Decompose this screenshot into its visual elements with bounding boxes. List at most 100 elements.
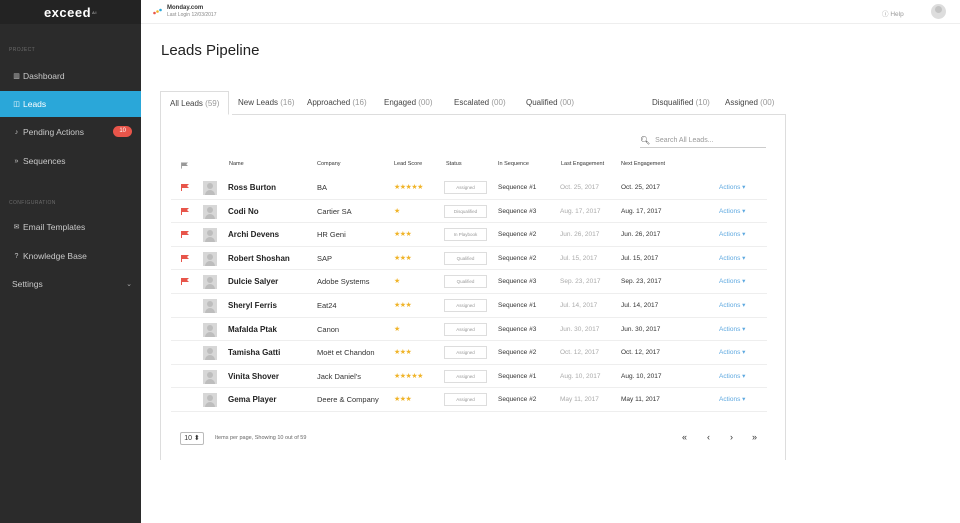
- header-company[interactable]: Company: [317, 161, 341, 171]
- lead-name[interactable]: Sheryl Ferris: [228, 294, 277, 317]
- actions-dropdown[interactable]: Actions ▾: [719, 318, 745, 341]
- actions-dropdown[interactable]: Actions ▾: [719, 294, 745, 317]
- sidebar-item-dashboard[interactable]: ▥ Dashboard: [0, 63, 141, 89]
- flag-column-icon[interactable]: [181, 162, 188, 169]
- user-avatar[interactable]: [931, 4, 946, 19]
- sidebar: exceed AI PROJECT ▥ Dashboard ◫ Leads ♪ P…: [0, 0, 141, 523]
- table-row[interactable]: Dulcie Salyer Adobe Systems ★ Qualified Sequ…: [171, 270, 767, 294]
- header-status[interactable]: Status: [446, 161, 462, 171]
- status-badge: Assigned: [444, 346, 487, 360]
- last-engagement: Oct. 25, 2017: [560, 184, 600, 191]
- lead-company: Jack Daniel's: [317, 371, 361, 381]
- table-row[interactable]: Sheryl Ferris Eat24 ★★★ Assigned Sequence #1…: [171, 294, 767, 318]
- flag-icon[interactable]: [181, 254, 189, 262]
- sequence-name: Sequence #3: [498, 278, 537, 286]
- sidebar-item-label: Dashboard: [23, 71, 65, 81]
- pagination-info: Items per page, Showing 10 out of 59: [215, 435, 307, 441]
- lead-avatar: [203, 181, 217, 195]
- header-last-engagement[interactable]: Last Engagement: [561, 161, 604, 171]
- actions-dropdown[interactable]: Actions ▾: [719, 247, 745, 270]
- last-engagement: Oct. 12, 2017: [560, 349, 600, 357]
- header-name[interactable]: Name: [229, 161, 244, 171]
- lead-avatar: [203, 275, 217, 290]
- tab-new-leads[interactable]: New Leads (16): [238, 91, 295, 114]
- tab-all-leads[interactable]: All Leads (59): [160, 91, 230, 115]
- help-link[interactable]: ⓘ Help: [882, 8, 904, 18]
- table-row[interactable]: Tamisha Gatti Moët et Chandon ★★★ Assigned S…: [171, 341, 767, 365]
- table-row[interactable]: Archi Devens HR Geni ★★★ In Playbook Sequenc…: [171, 223, 767, 247]
- lead-name[interactable]: Tamisha Gatti: [228, 341, 280, 364]
- lead-name[interactable]: Archi Devens: [228, 223, 279, 246]
- lead-name[interactable]: Mafalda Ptak: [228, 318, 277, 341]
- tab-engaged[interactable]: Engaged (00): [384, 91, 433, 114]
- sidebar-item-knowledge-base[interactable]: ? Knowledge Base: [0, 243, 141, 269]
- last-engagement: Jun. 30, 2017: [560, 325, 600, 333]
- sidebar-item-email-templates[interactable]: ✉ Email Templates: [0, 214, 141, 240]
- lead-name[interactable]: Codi No: [228, 200, 259, 223]
- actions-dropdown[interactable]: Actions ▾: [719, 270, 745, 293]
- tab-approached[interactable]: Approached (16): [307, 91, 367, 114]
- flag-icon[interactable]: [181, 278, 189, 286]
- lead-name[interactable]: Robert Shoshan: [228, 247, 290, 270]
- flag-icon[interactable]: [181, 207, 189, 215]
- tab-disqualified[interactable]: Disqualified (10): [652, 91, 710, 114]
- search-icon: 🔍︎: [640, 135, 651, 145]
- tab-qualified[interactable]: Qualified (00): [526, 91, 574, 114]
- actions-dropdown[interactable]: Actions ▾: [719, 388, 745, 411]
- table-row[interactable]: Robert Shoshan SAP ★★★ Qualified Sequence #2…: [171, 247, 767, 271]
- next-page-button[interactable]: ›: [730, 432, 733, 442]
- sequence-name: Sequence #2: [498, 254, 537, 262]
- sidebar-item-sequences[interactable]: » Sequences: [0, 148, 141, 174]
- last-engagement: Jun. 26, 2017: [560, 231, 600, 239]
- last-page-button[interactable]: »: [752, 432, 757, 442]
- lead-name[interactable]: Vinita Shover: [228, 365, 279, 388]
- table-row[interactable]: Vinita Shover Jack Daniel's ★★★★★ Assigned S…: [171, 365, 767, 389]
- first-page-button[interactable]: «: [682, 432, 687, 442]
- actions-dropdown[interactable]: Actions ▾: [719, 200, 745, 223]
- tab-assigned[interactable]: Assigned (00): [725, 91, 774, 114]
- sidebar-item-leads[interactable]: ◫ Leads: [0, 91, 141, 117]
- next-engagement: Jun. 30, 2017: [621, 325, 661, 333]
- lead-score-stars: ★★★: [394, 231, 412, 239]
- table-row[interactable]: Mafalda Ptak Canon ★ Assigned Sequence #3 Jun…: [171, 318, 767, 342]
- lead-name[interactable]: Dulcie Salyer: [228, 270, 278, 293]
- lead-name[interactable]: Gema Player: [228, 388, 276, 411]
- lead-company: HR Geni: [317, 230, 346, 240]
- status-badge: Assigned: [444, 322, 487, 336]
- sidebar-item-settings[interactable]: Settings ⌄: [0, 271, 141, 297]
- flag-icon[interactable]: [181, 231, 189, 239]
- company-name: Monday.com: [167, 5, 204, 11]
- question-circle-icon: ?: [14, 252, 19, 260]
- actions-dropdown[interactable]: Actions ▾: [719, 341, 745, 364]
- sidebar-item-pending-actions[interactable]: ♪ Pending Actions 10: [0, 119, 141, 145]
- tab-divider: [232, 114, 786, 115]
- tab-escalated[interactable]: Escalated (00): [454, 91, 506, 114]
- sidebar-item-label: Leads: [23, 99, 47, 109]
- status-badge: Qualified: [444, 251, 487, 265]
- search-input[interactable]: 🔍︎ Search All Leads...: [640, 133, 766, 148]
- lead-name[interactable]: Ross Burton: [228, 176, 276, 199]
- actions-dropdown[interactable]: Actions ▾: [719, 365, 745, 388]
- status-badge: Disqualified: [444, 204, 487, 218]
- table-row[interactable]: Ross Burton BA ★★★★★ Assigned Sequence #1 Oct…: [171, 176, 767, 200]
- lead-avatar: [203, 369, 217, 384]
- lead-avatar: [203, 346, 217, 361]
- header-lead-score[interactable]: Lead Score: [394, 161, 422, 171]
- lead-score-stars: ★★★: [394, 349, 412, 357]
- lead-avatar: [203, 251, 217, 266]
- header-in-sequence[interactable]: In Sequence: [498, 161, 529, 171]
- sequence-name: Sequence #3: [498, 325, 537, 333]
- table-row[interactable]: Codi No Cartier SA ★ Disqualified Sequence #…: [171, 200, 767, 224]
- per-page-select[interactable]: 10 ⬍: [180, 432, 204, 445]
- header-next-engagement[interactable]: Next Engagement: [621, 161, 665, 171]
- lead-company: BA: [317, 183, 328, 192]
- status-badge: Assigned: [444, 393, 487, 407]
- table-row[interactable]: Gema Player Deere & Company ★★★ Assigned Seq…: [171, 388, 767, 412]
- prev-page-button[interactable]: ‹: [707, 432, 710, 442]
- sequence-name: Sequence #2: [498, 231, 537, 239]
- actions-dropdown[interactable]: Actions ▾: [719, 176, 745, 199]
- bar-chart-icon: ▥: [13, 73, 20, 80]
- app-logo[interactable]: exceed AI: [0, 0, 141, 24]
- flag-icon[interactable]: [181, 184, 189, 191]
- actions-dropdown[interactable]: Actions ▾: [719, 223, 745, 246]
